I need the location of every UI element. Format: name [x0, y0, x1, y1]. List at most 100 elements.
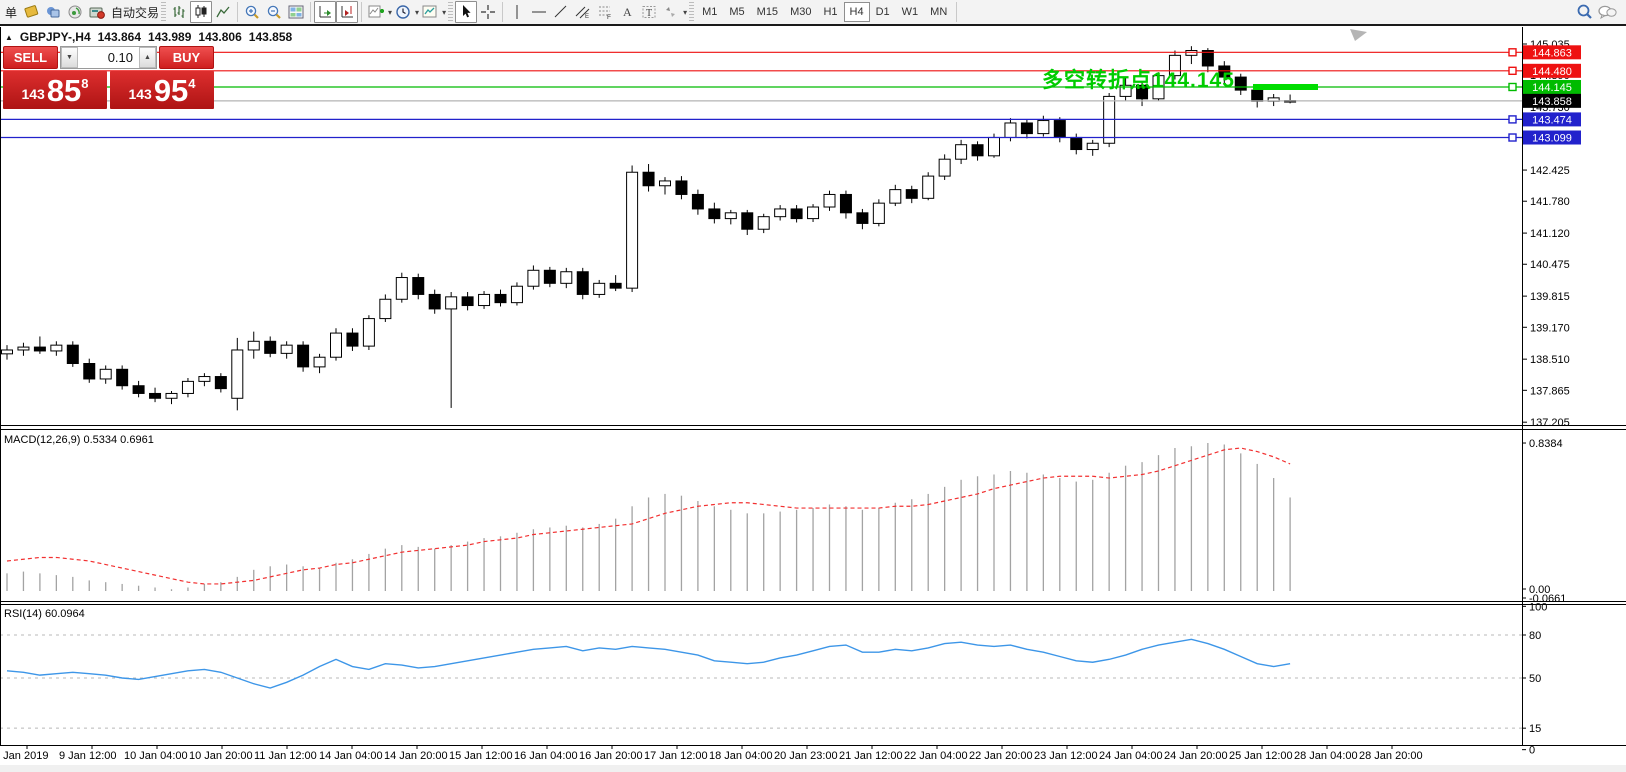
- svg-text:137.865: 137.865: [1530, 385, 1570, 397]
- svg-text:144.480: 144.480: [1532, 66, 1572, 78]
- line-chart-icon[interactable]: [212, 1, 234, 23]
- svg-text:28 Jan 04:00: 28 Jan 04:00: [1294, 750, 1358, 762]
- macd-label: MACD(12,26,9) 0.5334 0.6961: [4, 434, 154, 446]
- svg-text:9 Jan 12:00: 9 Jan 12:00: [59, 750, 117, 762]
- vertical-line-icon[interactable]: [506, 1, 528, 23]
- svg-text:139.170: 139.170: [1530, 322, 1570, 334]
- equidistant-channel-icon[interactable]: E: [572, 1, 594, 23]
- timeframe-button-m15[interactable]: M15: [751, 2, 784, 22]
- note-icon[interactable]: [20, 1, 42, 23]
- time-axis[interactable]: 8 Jan 20199 Jan 12:0010 Jan 04:0010 Jan …: [0, 745, 1626, 772]
- timeframe-button-m30[interactable]: M30: [784, 2, 817, 22]
- toolbar-group-drawing: E F A T ▾: [455, 0, 687, 24]
- svg-text:F: F: [607, 14, 611, 20]
- window-bottom-edge: [0, 765, 1626, 772]
- svg-text:25 Jan 12:00: 25 Jan 12:00: [1229, 750, 1293, 762]
- text-icon[interactable]: A: [616, 1, 638, 23]
- svg-text:28 Jan 20:00: 28 Jan 20:00: [1359, 750, 1423, 762]
- chart-canvas: MACD(12,26,9) 0.5334 0.6961RSI(14) 60.09…: [0, 0, 1626, 772]
- cursor-icon[interactable]: [455, 1, 477, 23]
- svg-text:144.863: 144.863: [1532, 47, 1572, 59]
- fibonacci-icon[interactable]: F: [594, 1, 616, 23]
- signal-icon[interactable]: [64, 1, 86, 23]
- svg-text:0.8384: 0.8384: [1529, 438, 1563, 450]
- toolbar-separator: [310, 2, 311, 22]
- toolbar-separator: [956, 2, 957, 22]
- new-order-button[interactable]: 单: [2, 4, 20, 21]
- text-label-icon[interactable]: T: [638, 1, 660, 23]
- buy-price-display[interactable]: 143 95 4: [110, 71, 214, 109]
- tile-windows-icon[interactable]: [285, 1, 307, 23]
- annotation-text[interactable]: 多空转折点144.145: [1042, 64, 1235, 94]
- svg-text:140.475: 140.475: [1530, 259, 1570, 271]
- svg-text:137.205: 137.205: [1530, 417, 1570, 429]
- timeframe-button-d1[interactable]: D1: [870, 2, 896, 22]
- timeframe-button-mn[interactable]: MN: [924, 2, 953, 22]
- volume-increase-button[interactable]: ▲: [139, 47, 156, 68]
- timeframe-button-h4[interactable]: H4: [844, 2, 870, 22]
- chart-shift-icon[interactable]: [336, 1, 358, 23]
- svg-text:8 Jan 2019: 8 Jan 2019: [0, 750, 48, 762]
- sell-price-display[interactable]: 143 85 8: [3, 71, 107, 109]
- periods-clock-icon[interactable]: [392, 1, 414, 23]
- svg-text:17 Jan 12:00: 17 Jan 12:00: [644, 750, 708, 762]
- templates-icon[interactable]: [419, 1, 441, 23]
- timeframe-button-w1[interactable]: W1: [896, 2, 925, 22]
- expert-advisors-label[interactable]: 自动交易: [111, 4, 159, 21]
- crosshair-icon[interactable]: [477, 1, 499, 23]
- mt4-terminal-window: MACD(12,26,9) 0.5334 0.6961RSI(14) 60.09…: [0, 0, 1626, 772]
- svg-text:22 Jan 04:00: 22 Jan 04:00: [904, 750, 968, 762]
- buy-price-prefix: 143: [128, 86, 151, 102]
- arrows-icon[interactable]: [660, 1, 682, 23]
- toolbar-drag-handle[interactable]: [448, 2, 453, 22]
- timeframe-button-m1[interactable]: M1: [696, 2, 723, 22]
- timeframe-button-m5[interactable]: M5: [723, 2, 750, 22]
- toolbar-drag-handle[interactable]: [689, 2, 694, 22]
- one-click-collapse-icon[interactable]: ▲: [5, 33, 13, 42]
- expert-advisors-icon[interactable]: [86, 1, 108, 23]
- chat-icon[interactable]: [1596, 1, 1618, 23]
- trendline-icon[interactable]: [550, 1, 572, 23]
- ohlc-high: 143.989: [148, 30, 191, 44]
- horizontal-line-icon[interactable]: [528, 1, 550, 23]
- search-icon[interactable]: [1574, 1, 1596, 23]
- svg-text:A: A: [623, 5, 632, 19]
- toolbar-drag-handle[interactable]: [161, 2, 166, 22]
- svg-text:24 Jan 04:00: 24 Jan 04:00: [1099, 750, 1163, 762]
- toolbar-group-chart-type: [168, 0, 234, 24]
- svg-text:23 Jan 12:00: 23 Jan 12:00: [1034, 750, 1098, 762]
- svg-text:15 Jan 12:00: 15 Jan 12:00: [449, 750, 513, 762]
- zoom-in-icon[interactable]: [241, 1, 263, 23]
- svg-text:141.120: 141.120: [1530, 228, 1570, 240]
- toolbar-group-zoom: [241, 0, 307, 24]
- main-toolbar: 单 自动交易: [0, 0, 1626, 26]
- volume-stepper: ▼ ▲: [60, 46, 157, 69]
- toolbar-separator: [361, 2, 362, 22]
- svg-text:141.780: 141.780: [1530, 196, 1570, 208]
- auto-scroll-icon[interactable]: [314, 1, 336, 23]
- svg-text:142.425: 142.425: [1530, 165, 1570, 177]
- svg-text:15: 15: [1529, 723, 1541, 735]
- news-icon[interactable]: [42, 1, 64, 23]
- ohlc-close: 143.858: [249, 30, 292, 44]
- bar-chart-icon[interactable]: [168, 1, 190, 23]
- templates-dropdown-icon[interactable]: ▾: [442, 8, 446, 17]
- svg-text:80: 80: [1529, 630, 1541, 642]
- zoom-out-icon[interactable]: [263, 1, 285, 23]
- svg-text:16 Jan 20:00: 16 Jan 20:00: [579, 750, 643, 762]
- ohlc-low: 143.806: [198, 30, 241, 44]
- volume-input[interactable]: [78, 47, 139, 68]
- svg-text:16 Jan 04:00: 16 Jan 04:00: [514, 750, 578, 762]
- svg-text:143.858: 143.858: [1532, 96, 1572, 108]
- svg-text:T: T: [646, 8, 652, 19]
- volume-decrease-button[interactable]: ▼: [61, 47, 78, 68]
- indicators-icon[interactable]: [365, 1, 387, 23]
- arrows-dropdown-icon[interactable]: ▾: [683, 8, 687, 17]
- svg-text:18 Jan 04:00: 18 Jan 04:00: [709, 750, 773, 762]
- toolbar-separator: [237, 2, 238, 22]
- buy-button[interactable]: BUY: [159, 46, 214, 69]
- candlestick-chart-icon[interactable]: [190, 1, 212, 23]
- timeframe-button-h1[interactable]: H1: [817, 2, 843, 22]
- sell-button[interactable]: SELL: [3, 46, 58, 69]
- ohlc-open: 143.864: [98, 30, 141, 44]
